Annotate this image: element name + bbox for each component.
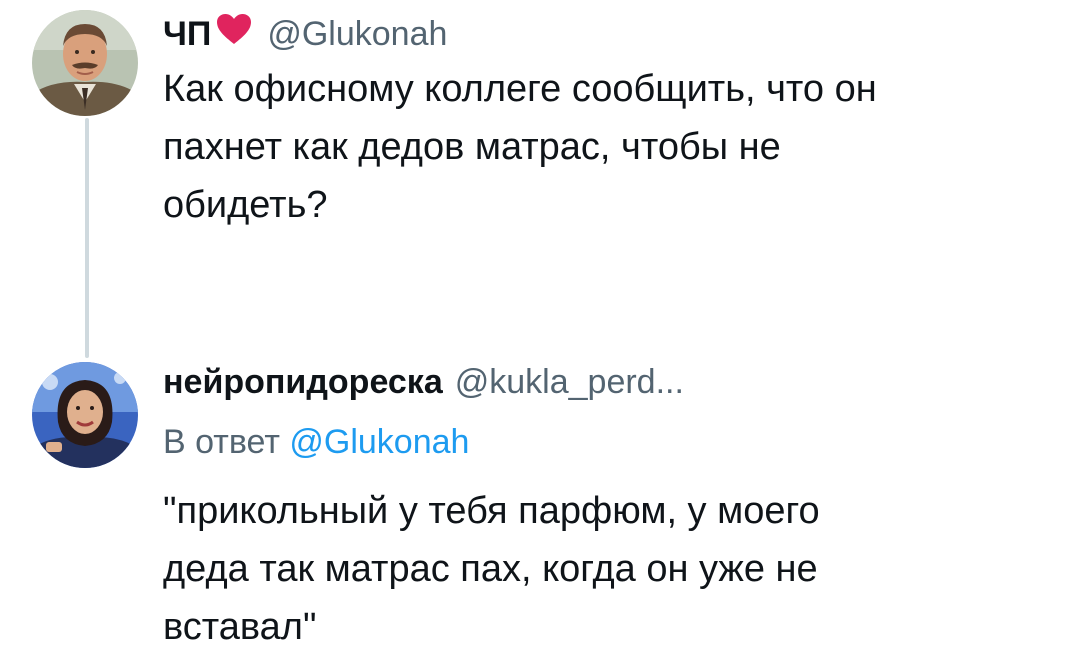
user-photo (32, 362, 138, 468)
tweet-text: Как офисному коллеге сообщить, что он па… (163, 68, 877, 226)
display-name[interactable]: нейропидореска (163, 362, 443, 402)
tweet-header: нейропидореска @kukla_perd... (163, 362, 684, 402)
heart-icon (215, 12, 253, 55)
avatar[interactable] (32, 362, 138, 468)
avatar[interactable] (32, 10, 138, 116)
tweet-header: ЧП @Glukonah (163, 12, 447, 55)
user-handle[interactable]: @kukla_perd... (455, 362, 684, 402)
user-handle[interactable]: @Glukonah (267, 14, 447, 54)
reply-context: В ответ @Glukonah (163, 420, 469, 464)
user-photo (32, 10, 138, 116)
tweet-text: "прикольный у тебя парфюм, у моего деда … (163, 490, 820, 648)
display-name[interactable]: ЧП (163, 14, 211, 54)
thread-connector-line (85, 118, 89, 358)
reply-handle-link[interactable]: @Glukonah (289, 423, 469, 461)
reply-prefix: В ответ (163, 423, 280, 461)
